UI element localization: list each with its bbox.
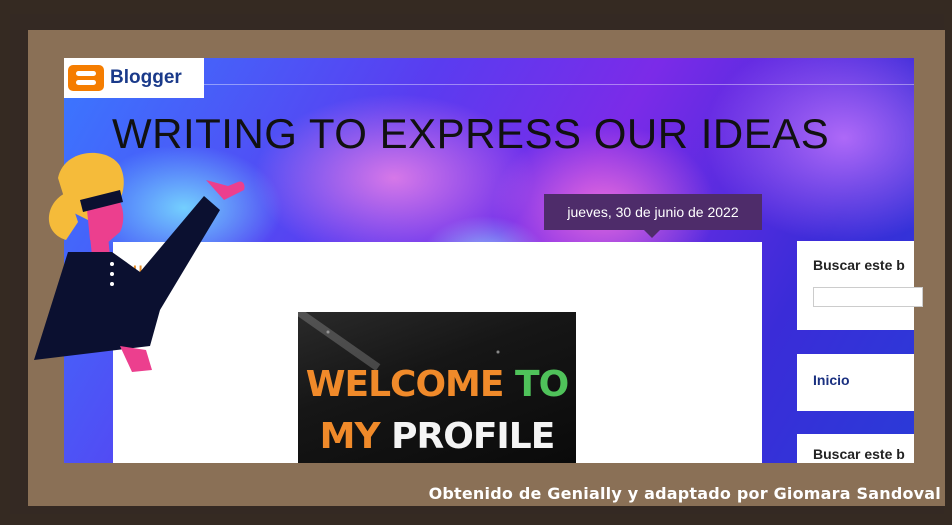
lower-hand — [120, 346, 152, 372]
presenter-illustration — [34, 152, 245, 372]
blogger-logo[interactable]: Blogger — [64, 58, 204, 98]
welcome-text-line-1: WELCOME TO — [298, 364, 576, 405]
welcome-text-line-2: MY PROFILE — [298, 416, 576, 457]
navbar-divider — [204, 84, 914, 85]
search-heading: Buscar este b — [813, 257, 905, 273]
welcome-word: WELCOME — [305, 364, 505, 405]
sidebar-pages-widget: Inicio — [797, 354, 914, 411]
light-beam — [298, 312, 381, 371]
sidebar-search-widget-2: Buscar este b — [797, 434, 914, 463]
search-heading-2: Buscar este b — [813, 446, 905, 462]
home-link[interactable]: Inicio — [813, 372, 850, 388]
profile-word: PROFILE — [391, 416, 555, 457]
blogger-logo-text: Blogger — [110, 67, 182, 88]
button-dot — [110, 282, 114, 286]
to-word: TO — [515, 364, 569, 405]
button-dot — [110, 262, 114, 266]
raised-hand — [206, 180, 245, 200]
sidebar-search-widget: Buscar este b — [797, 241, 923, 330]
search-input[interactable] — [813, 287, 923, 307]
welcome-profile-image: WELCOME TO MY PROFILE — [298, 312, 576, 463]
button-dot — [110, 272, 114, 276]
credit-caption: Obtenido de Genially y adaptado por Giom… — [428, 484, 941, 503]
my-word: MY — [319, 416, 381, 457]
blogger-logo-icon — [68, 65, 104, 91]
post-date-header: jueves, 30 de junio de 2022 — [544, 194, 762, 238]
